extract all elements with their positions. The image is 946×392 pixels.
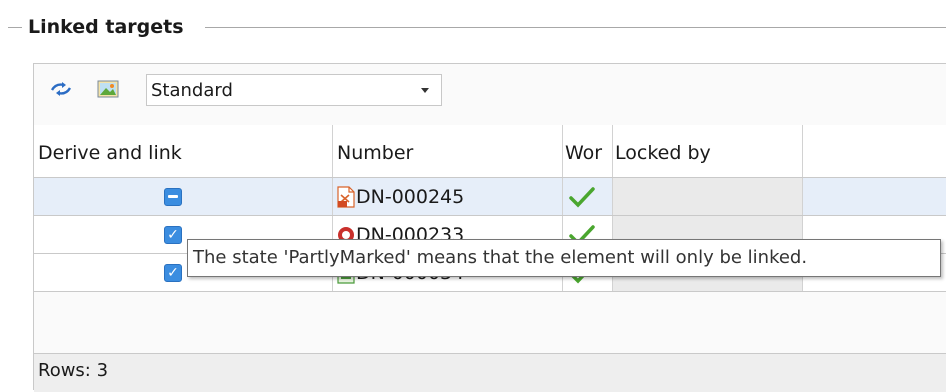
- column-header-work[interactable]: Wor: [563, 125, 613, 177]
- column-header-derive-and-link[interactable]: Derive and link: [34, 125, 333, 177]
- check-icon: [569, 186, 595, 208]
- view-select[interactable]: Standard: [146, 74, 442, 106]
- chevron-down-icon[interactable]: [421, 87, 429, 93]
- refresh-icon[interactable]: [50, 78, 72, 100]
- pdf-file-icon: [337, 185, 355, 208]
- image-icon[interactable]: [97, 78, 119, 100]
- extra-cell: [803, 178, 946, 215]
- view-select-value: Standard: [151, 79, 233, 101]
- work-cell: [563, 178, 613, 215]
- column-header-locked-by[interactable]: Locked by: [613, 125, 803, 177]
- checked-checkbox[interactable]: ✓: [164, 263, 182, 282]
- state-tooltip: The state 'PartlyMarked' means that the …: [187, 239, 941, 277]
- linked-targets-panel: Standard Derive and link Number Wor Lock…: [33, 63, 946, 392]
- group-title: Linked targets: [28, 16, 184, 38]
- table-row[interactable]: DN-000245: [34, 178, 946, 216]
- toolbar: Standard: [34, 64, 946, 124]
- column-header-extra[interactable]: [803, 125, 946, 177]
- derive-and-link-cell: [34, 178, 333, 215]
- number-cell: DN-000245: [333, 178, 563, 215]
- group-border-right: [205, 27, 946, 28]
- partly-marked-checkbox[interactable]: [164, 187, 182, 206]
- group-border-left: [8, 27, 22, 28]
- checked-checkbox[interactable]: ✓: [164, 225, 182, 244]
- column-header-number[interactable]: Number: [333, 125, 563, 177]
- document-number: DN-000245: [356, 185, 465, 208]
- row-count: Rows: 3: [38, 360, 109, 381]
- locked-by-cell: [613, 178, 803, 215]
- status-bar: Rows: 3: [34, 353, 946, 392]
- grid-header: Derive and link Number Wor Locked by: [34, 125, 946, 178]
